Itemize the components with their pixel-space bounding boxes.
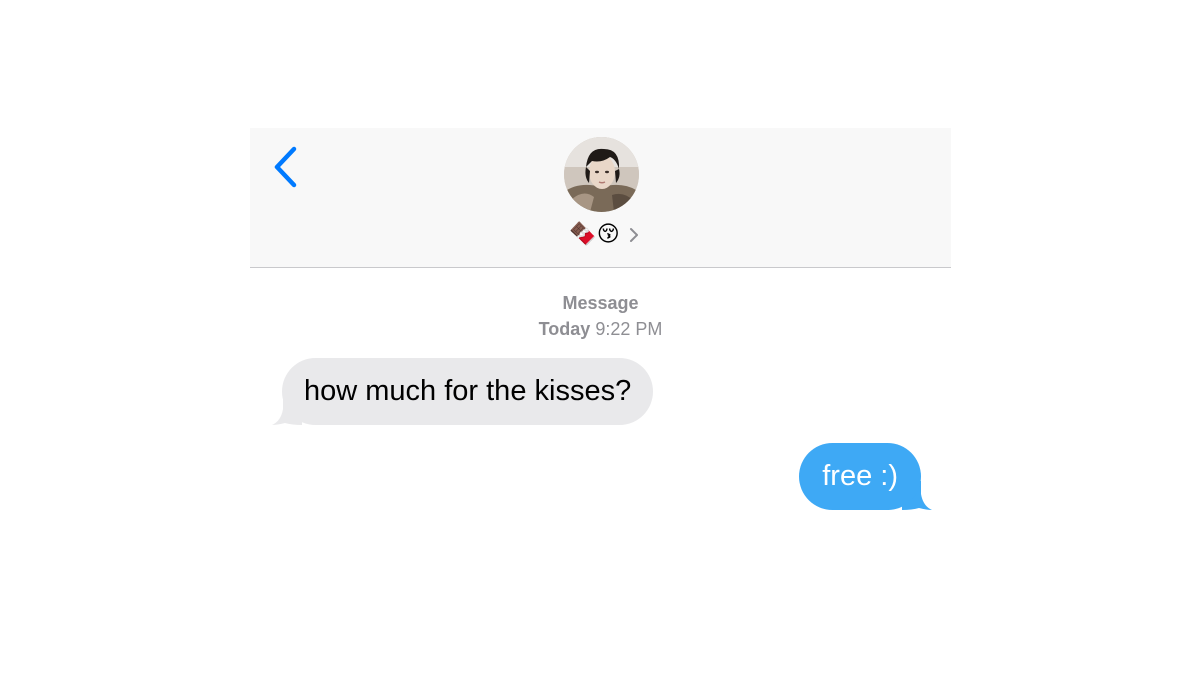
chevron-left-icon	[274, 146, 297, 188]
service-label: Message	[562, 293, 639, 313]
timestamp-day: Today	[538, 319, 591, 339]
avatar-photo	[564, 137, 639, 212]
messages-conversation: 🍫😚 Message Today 9:22 PM how much for th…	[250, 128, 951, 548]
back-button[interactable]	[268, 144, 308, 190]
outgoing-message-bubble[interactable]: free :)	[799, 443, 921, 510]
contact-name: 🍫😚	[569, 222, 620, 247]
chevron-right-icon	[629, 228, 638, 242]
incoming-message-bubble[interactable]: how much for the kisses?	[282, 358, 654, 425]
message-timestamp: Message Today 9:22 PM	[250, 290, 951, 342]
contact-avatar[interactable]	[564, 137, 639, 212]
timestamp-time: 9:22 PM	[595, 319, 663, 339]
contact-details-link[interactable]: 🍫😚	[550, 220, 660, 250]
screenshot-stage: 🍫😚 Message Today 9:22 PM how much for th…	[0, 0, 1200, 676]
timestamp-line: Today 9:22 PM	[250, 316, 951, 342]
conversation-header: 🍫😚	[250, 128, 951, 268]
